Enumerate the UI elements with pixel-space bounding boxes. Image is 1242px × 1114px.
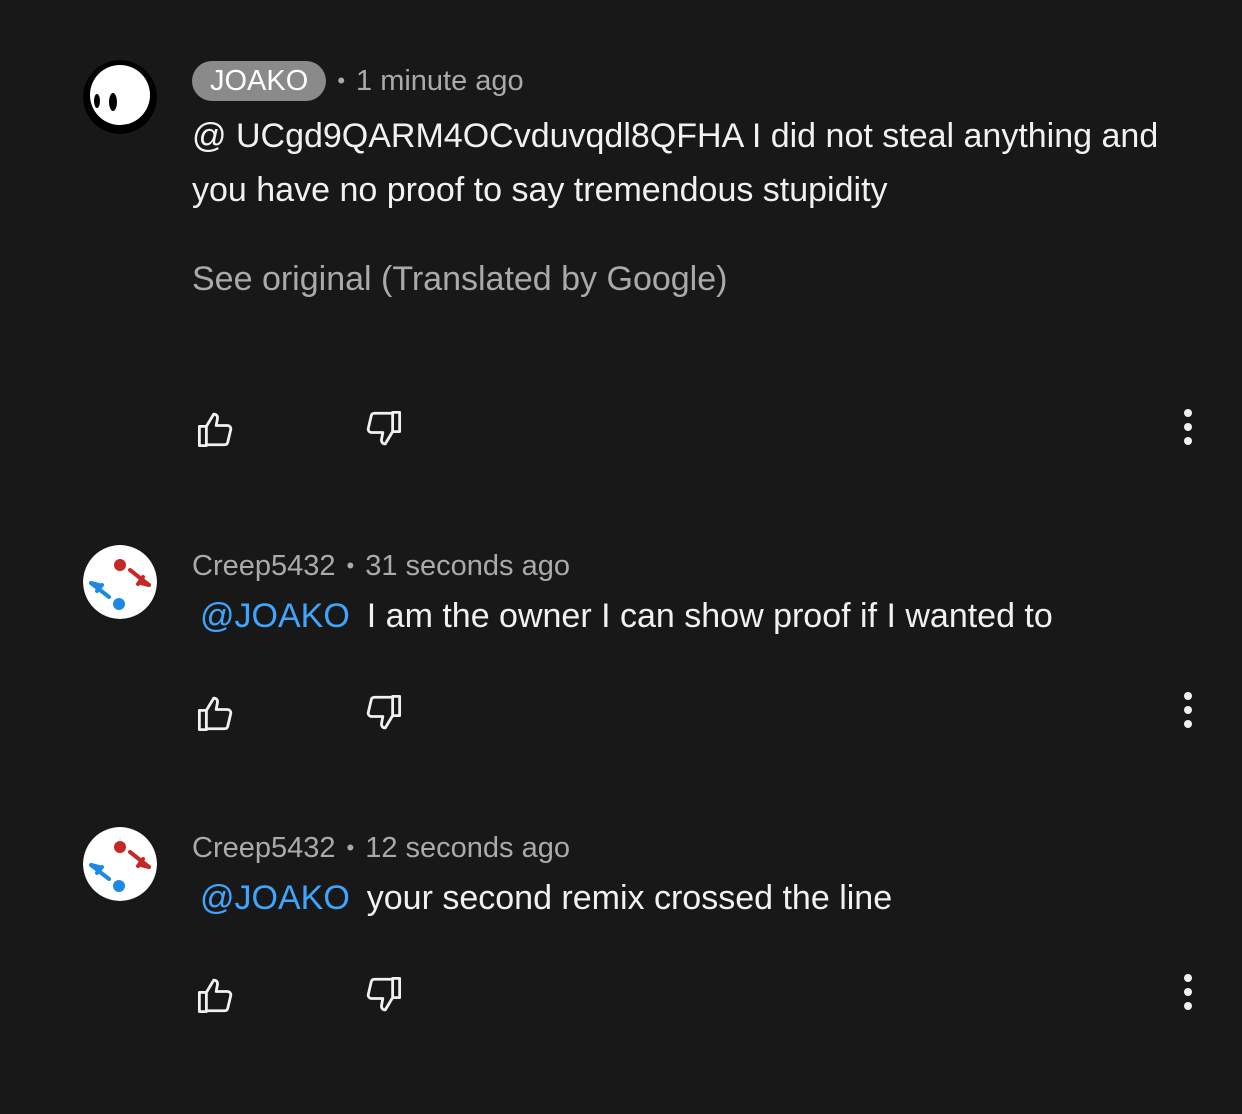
mention-link[interactable]: @JOAKO	[200, 597, 350, 635]
thumb-down-icon[interactable]	[362, 974, 404, 1016]
more-vert-icon[interactable]	[1172, 691, 1204, 731]
comment-time: 1 minute ago	[356, 64, 524, 97]
comment-text: @ UCgd9QARM4OCvduvqdl8QFHA I did not ste…	[192, 117, 1159, 209]
more-vert-icon[interactable]	[1172, 973, 1204, 1013]
meta-separator: •	[346, 835, 355, 860]
comment-time: 12 seconds ago	[365, 831, 570, 864]
comment-meta: Creep5432 • 12 seconds ago	[192, 827, 570, 869]
thumb-up-icon[interactable]	[195, 408, 237, 450]
author-name[interactable]: Creep5432	[192, 550, 336, 583]
avatar[interactable]	[83, 60, 157, 134]
author-name[interactable]: Creep5432	[192, 832, 336, 865]
comment-text: I am the owner I can show proof if I wan…	[366, 597, 1053, 635]
thumb-down-icon[interactable]	[362, 692, 404, 734]
see-original-link[interactable]: See original (Translated by Google)	[192, 260, 727, 299]
comment-text-container: @JOAKO your second remix crossed the line	[192, 871, 1202, 925]
author-name[interactable]: JOAKO	[192, 61, 327, 101]
comment-meta: Creep5432 • 31 seconds ago	[192, 545, 570, 587]
mention-link[interactable]: @JOAKO	[200, 879, 350, 917]
comment-text-container: @JOAKO I am the owner I can show proof if…	[192, 589, 1202, 643]
thumb-down-icon[interactable]	[362, 408, 404, 450]
white-ghost-avatar-icon	[83, 60, 157, 134]
comment-time: 31 seconds ago	[365, 549, 570, 582]
red-blue-pins-avatar-icon	[83, 827, 157, 901]
comment-meta: JOAKO • 1 minute ago	[192, 60, 524, 102]
more-vert-icon[interactable]	[1172, 408, 1204, 448]
meta-separator: •	[337, 68, 346, 93]
avatar[interactable]	[83, 545, 157, 619]
thumb-up-icon[interactable]	[195, 974, 237, 1016]
meta-separator: •	[346, 553, 355, 578]
comment-text: your second remix crossed the line	[366, 879, 893, 917]
avatar[interactable]	[83, 827, 157, 901]
thumb-up-icon[interactable]	[195, 692, 237, 734]
red-blue-pins-avatar-icon	[83, 545, 157, 619]
